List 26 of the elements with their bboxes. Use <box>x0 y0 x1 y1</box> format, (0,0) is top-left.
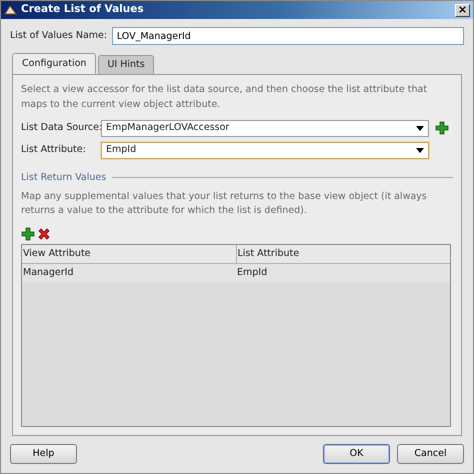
tab[interactable]: UI Hints <box>98 55 154 74</box>
dropdown[interactable]: EmpId <box>101 142 429 159</box>
caret-icon <box>416 126 424 131</box>
column-header[interactable]: View Attribute <box>22 244 236 263</box>
add-icon[interactable] <box>435 121 449 136</box>
window-title: Create List of Values <box>21 2 144 18</box>
caret-icon <box>416 148 424 153</box>
cancel-button[interactable]: Cancel <box>397 444 464 464</box>
section-heading: List Return Values <box>21 170 106 185</box>
instruction-text: Select a view accessor for the list data source, and then choose the list attribute that maps to the current view object attribute. <box>21 83 428 112</box>
name-field[interactable]: LOV_ManagerId <box>112 27 464 45</box>
column-header[interactable]: List Attribute <box>236 244 450 263</box>
ok-button[interactable]: OK <box>323 444 390 464</box>
field-label: List Attribute: <box>21 143 87 158</box>
add-icon[interactable] <box>21 226 35 240</box>
close-button[interactable]: × <box>455 4 470 16</box>
delete-icon[interactable] <box>37 226 52 240</box>
app-icon <box>4 4 17 16</box>
help-button[interactable]: Help <box>10 444 77 464</box>
table-cell-text: ManagerId <box>22 266 74 280</box>
dropdown[interactable]: EmpManagerLOVAccessor <box>101 120 429 137</box>
field-label: List of Values Name: <box>10 28 108 43</box>
table-cell-text: EmpId <box>236 266 268 280</box>
description-text: Map any supplemental values that your list returns to the base view object (it always returns a value to the attribute for which the list is defined). <box>21 190 428 218</box>
field-label: List Data Source: <box>21 121 101 136</box>
tab[interactable]: Configuration <box>12 53 96 74</box>
